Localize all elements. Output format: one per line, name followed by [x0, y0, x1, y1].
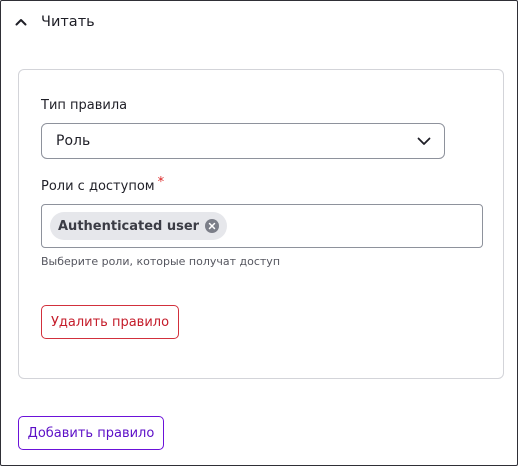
section-title: Читать [41, 14, 95, 30]
access-panel: Читать Тип правила Роль Роли с доступом *… [0, 0, 518, 466]
required-marker: * [157, 175, 165, 190]
add-rule-button[interactable]: Добавить правило [18, 416, 164, 450]
roles-hint: Выберите роли, которые получат доступ [41, 255, 281, 268]
rule-card: Тип правила Роль Роли с доступом * Authen… [18, 69, 504, 379]
roles-input[interactable]: Authenticated user [41, 204, 483, 248]
rule-type-label: Тип правила [41, 98, 128, 113]
roles-label-text: Роли с доступом [41, 179, 155, 194]
rule-type-select[interactable]: Роль [41, 123, 445, 159]
delete-rule-button[interactable]: Удалить правило [41, 305, 179, 339]
chevron-up-icon [13, 14, 29, 30]
section-toggle-read[interactable]: Читать [13, 11, 95, 33]
role-tag: Authenticated user [50, 212, 228, 240]
roles-label: Роли с доступом * [41, 175, 164, 194]
role-tag-label: Authenticated user [58, 218, 200, 234]
chevron-down-icon [416, 133, 432, 149]
rule-type-value: Роль [56, 133, 91, 149]
remove-tag-icon[interactable] [205, 219, 220, 233]
